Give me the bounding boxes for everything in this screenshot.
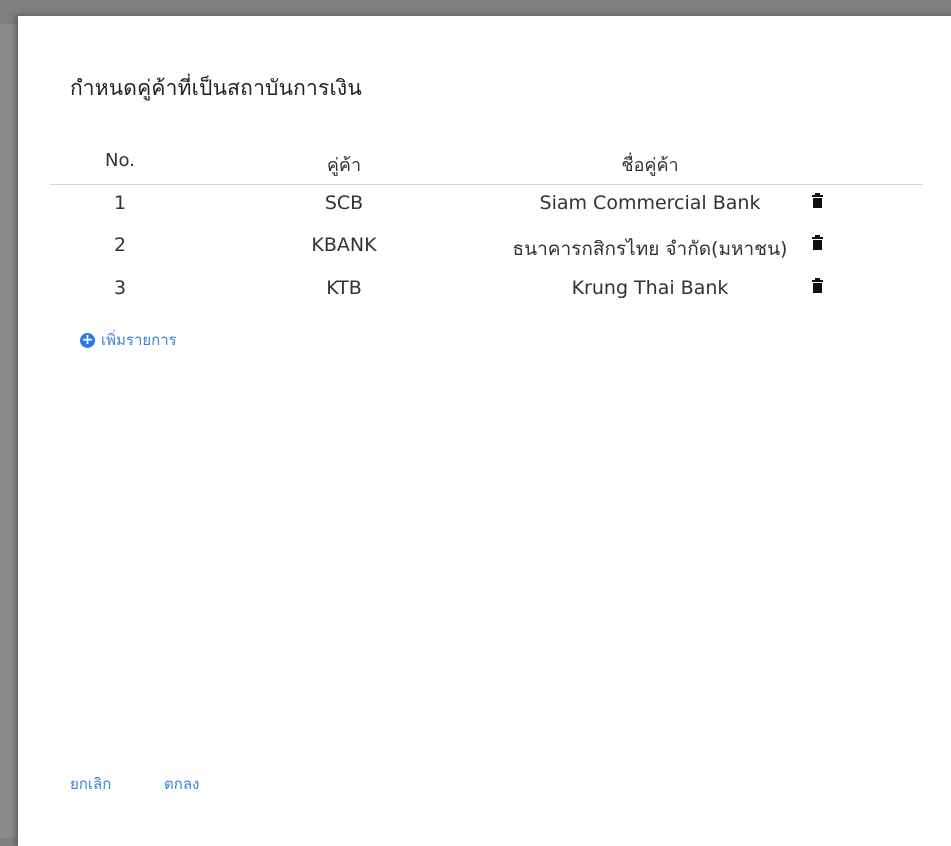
plus-circle-icon: + (80, 331, 95, 348)
row-number: 1 (113, 192, 127, 214)
row-number: 3 (113, 277, 127, 299)
table-header: No. คู่ค้า ชื่อคู่ค้า (50, 146, 923, 185)
table-row: 1 SCB Siam Commercial Bank (50, 184, 923, 226)
header-no: No. (105, 150, 135, 171)
partner-code: KBANK (311, 234, 377, 256)
trash-icon[interactable] (812, 193, 823, 209)
partner-name: Siam Commercial Bank (539, 192, 761, 214)
partner-code: SCB (324, 192, 364, 214)
background-page-edge (0, 24, 18, 838)
trash-icon[interactable] (812, 235, 823, 251)
partner-name: ธนาคารกสิกรไทย จำกัด(มหาชน) (512, 238, 788, 260)
header-partner: คู่ค้า (326, 155, 362, 176)
ok-button[interactable]: ตกลง (164, 772, 199, 796)
dialog-title: กำหนดคู่ค้าที่เป็นสถาบันการเงิน (70, 76, 362, 100)
partner-code: KTB (326, 277, 362, 299)
table-row: 3 KTB Krung Thai Bank (50, 269, 923, 311)
add-item-button[interactable]: + เพิ่มรายการ (80, 328, 177, 352)
partner-name: Krung Thai Bank (571, 277, 729, 299)
financial-partner-dialog: กำหนดคู่ค้าที่เป็นสถาบันการเงิน No. คู่ค… (18, 16, 951, 846)
cancel-button[interactable]: ยกเลิก (70, 772, 111, 796)
add-item-label: เพิ่มรายการ (101, 331, 177, 349)
trash-icon[interactable] (812, 278, 823, 294)
header-partner-name: ชื่อคู่ค้า (621, 155, 679, 176)
row-number: 2 (113, 234, 127, 256)
table-row: 2 KBANK ธนาคารกสิกรไทย จำกัด(มหาชน) (50, 226, 923, 268)
